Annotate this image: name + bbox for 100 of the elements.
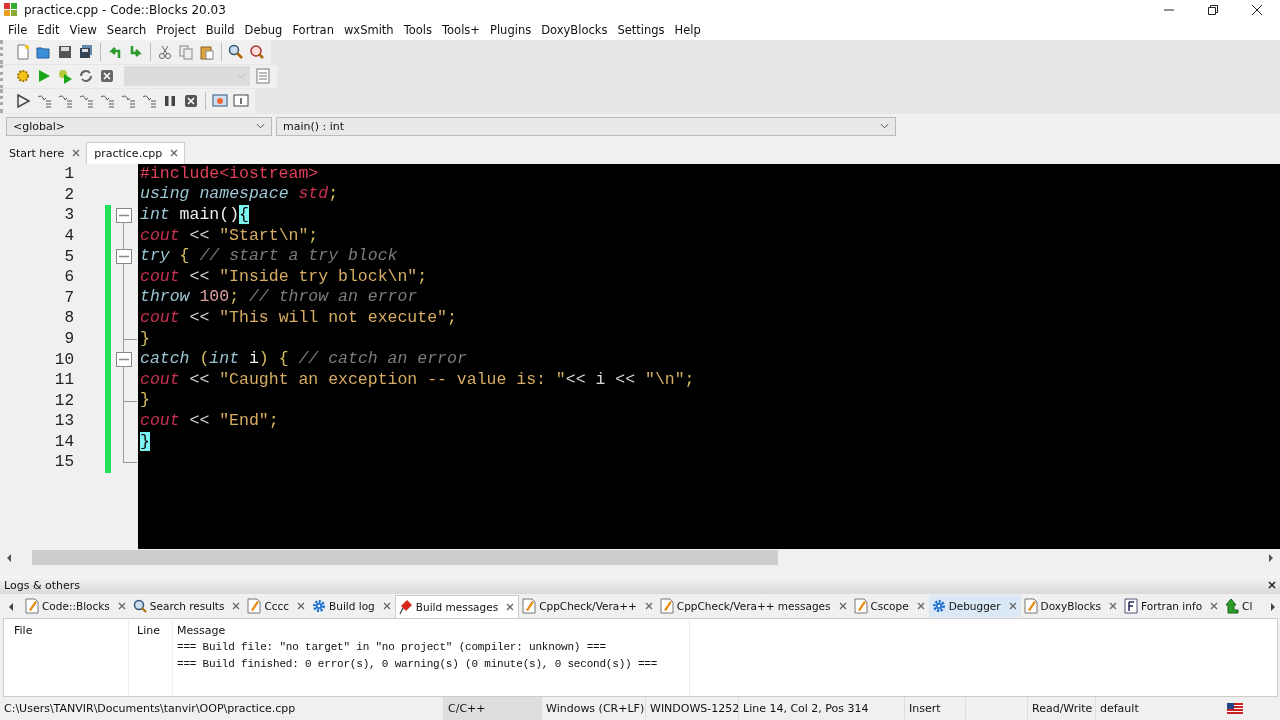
step-icon[interactable] (99, 93, 115, 110)
step-icon[interactable] (57, 93, 73, 110)
menu-item[interactable]: Fortran (287, 22, 339, 37)
note-icon (25, 598, 39, 615)
close-icon[interactable] (1268, 581, 1276, 590)
scissors-icon[interactable] (157, 43, 173, 60)
code-line: cout << "End"; (140, 411, 279, 430)
line-number: 9 (63, 329, 74, 348)
step-icon[interactable] (120, 93, 136, 110)
menu-item[interactable]: Plugins (485, 22, 537, 37)
profile-name: default (1095, 697, 1189, 720)
build-message: === Build file: "no target" in "no project" (compiler: unknown) === (177, 641, 607, 656)
log-tab[interactable]: Fortran info (1121, 595, 1223, 618)
menu-item[interactable]: Debug (239, 22, 288, 37)
step-icon[interactable] (141, 93, 157, 110)
editor-tab[interactable]: Start here (2, 142, 87, 164)
gear-icon (931, 598, 946, 615)
line-number: 2 (63, 185, 74, 204)
scroll-right-icon[interactable] (1268, 553, 1274, 562)
line-number: 14 (53, 432, 74, 451)
log-tab[interactable]: Build log (309, 595, 395, 618)
arrow-icon (1225, 598, 1240, 615)
function-dropdown[interactable]: main() : int (276, 116, 896, 136)
line-number: 15 (53, 453, 74, 472)
scroll-left-icon[interactable] (8, 603, 14, 612)
scroll-left-icon[interactable] (6, 553, 12, 562)
line-number: 12 (53, 391, 74, 410)
note-icon (522, 598, 537, 615)
fold-toggle-icon[interactable] (116, 249, 132, 265)
menu-item[interactable]: wxSmith (338, 22, 399, 37)
chevron-down-icon (256, 123, 265, 130)
code-line: cout << "Inside try block\n"; (140, 266, 428, 286)
code-line: throw 100; // throw an error (140, 287, 418, 307)
menu-item[interactable]: Tools (398, 22, 437, 37)
column-header: Message (177, 624, 227, 639)
code-line: cout << "Caught an exception -- value is: "<< i << "\n"; (140, 369, 695, 389)
log-tab[interactable]: DoxyBlocks (1020, 595, 1122, 618)
cursor-position: Line 14, Col 2, Pos 314 (738, 697, 904, 720)
step-icon[interactable] (36, 93, 52, 110)
chevron-down-icon (237, 73, 246, 80)
code-line: cout << "This will not execute"; (140, 308, 457, 328)
menu-item[interactable]: Project (151, 22, 201, 37)
code-line: #include<iostream> (140, 163, 319, 183)
menu-item[interactable]: DoxyBlocks (536, 22, 613, 37)
save-all-icon[interactable] (78, 43, 94, 60)
restore-icon[interactable] (1208, 5, 1218, 15)
access-mode: Read/Write (1027, 697, 1095, 720)
menu-item[interactable]: Build (200, 22, 240, 37)
gear-icon[interactable] (15, 68, 31, 85)
search-icon[interactable] (228, 43, 244, 60)
scope-dropdown[interactable]: <global> (6, 116, 272, 136)
code-line: int main(){ (140, 205, 249, 225)
language-indicator: C/C++ (443, 697, 541, 720)
menu-item[interactable]: Help (669, 22, 706, 37)
panel-title: Logs & others (4, 578, 80, 592)
play-icon[interactable] (15, 93, 31, 110)
log-tab[interactable]: CppCheck/Vera++ (519, 595, 657, 618)
scrollbar-thumb[interactable] (32, 550, 778, 566)
step-icon[interactable] (78, 93, 94, 110)
note-icon (659, 598, 674, 615)
log-tab[interactable]: Cccc (244, 595, 310, 618)
close-icon[interactable] (1252, 5, 1262, 15)
info-icon[interactable] (233, 93, 249, 110)
line-number: 4 (63, 226, 74, 245)
menu-item[interactable]: Settings (612, 22, 670, 37)
pin-icon (398, 599, 413, 616)
stop-icon[interactable] (99, 68, 115, 85)
window-title: practice.cpp - Code::Blocks 20.03 (24, 3, 226, 17)
log-tab[interactable]: Code::Blocks (22, 595, 130, 618)
document-icon (1124, 598, 1139, 615)
code-line: try { // start a try block (140, 246, 398, 266)
zoom-icon[interactable] (249, 43, 265, 60)
window-icon[interactable] (212, 93, 228, 110)
column-header: File (14, 624, 34, 639)
menu-item[interactable]: File (3, 22, 33, 37)
save-icon[interactable] (57, 43, 73, 60)
menu-item[interactable]: Edit (32, 22, 65, 37)
menu-item[interactable]: Tools+ (437, 22, 485, 37)
gear-play-icon[interactable] (57, 68, 73, 85)
log-tab[interactable]: Cl (1222, 595, 1258, 618)
line-number: 3 (63, 206, 74, 225)
editor-tab[interactable]: practice.cpp (86, 141, 186, 164)
log-tab[interactable]: CppCheck/Vera++ messages (656, 595, 851, 618)
fold-toggle-icon[interactable] (116, 352, 132, 368)
log-tab[interactable]: Search results (129, 595, 245, 618)
scroll-right-icon[interactable] (1270, 603, 1276, 612)
gear-icon (312, 598, 327, 615)
menu-item[interactable]: Search (101, 22, 152, 37)
stop-icon[interactable] (183, 93, 199, 110)
code-line: catch (int i) { // catch an error (140, 349, 467, 369)
column-header: Line (137, 624, 161, 639)
flag-icon (1226, 703, 1243, 715)
clipboard-icon[interactable] (199, 43, 215, 60)
log-tab[interactable]: Build messages (394, 595, 520, 619)
fold-toggle-icon[interactable] (116, 208, 132, 224)
log-tab[interactable]: Cscope (850, 595, 929, 618)
menu-item[interactable]: View (64, 22, 102, 37)
note-icon (247, 598, 262, 615)
log-tab[interactable]: Debugger (928, 595, 1021, 618)
refresh-icon[interactable] (78, 68, 94, 85)
